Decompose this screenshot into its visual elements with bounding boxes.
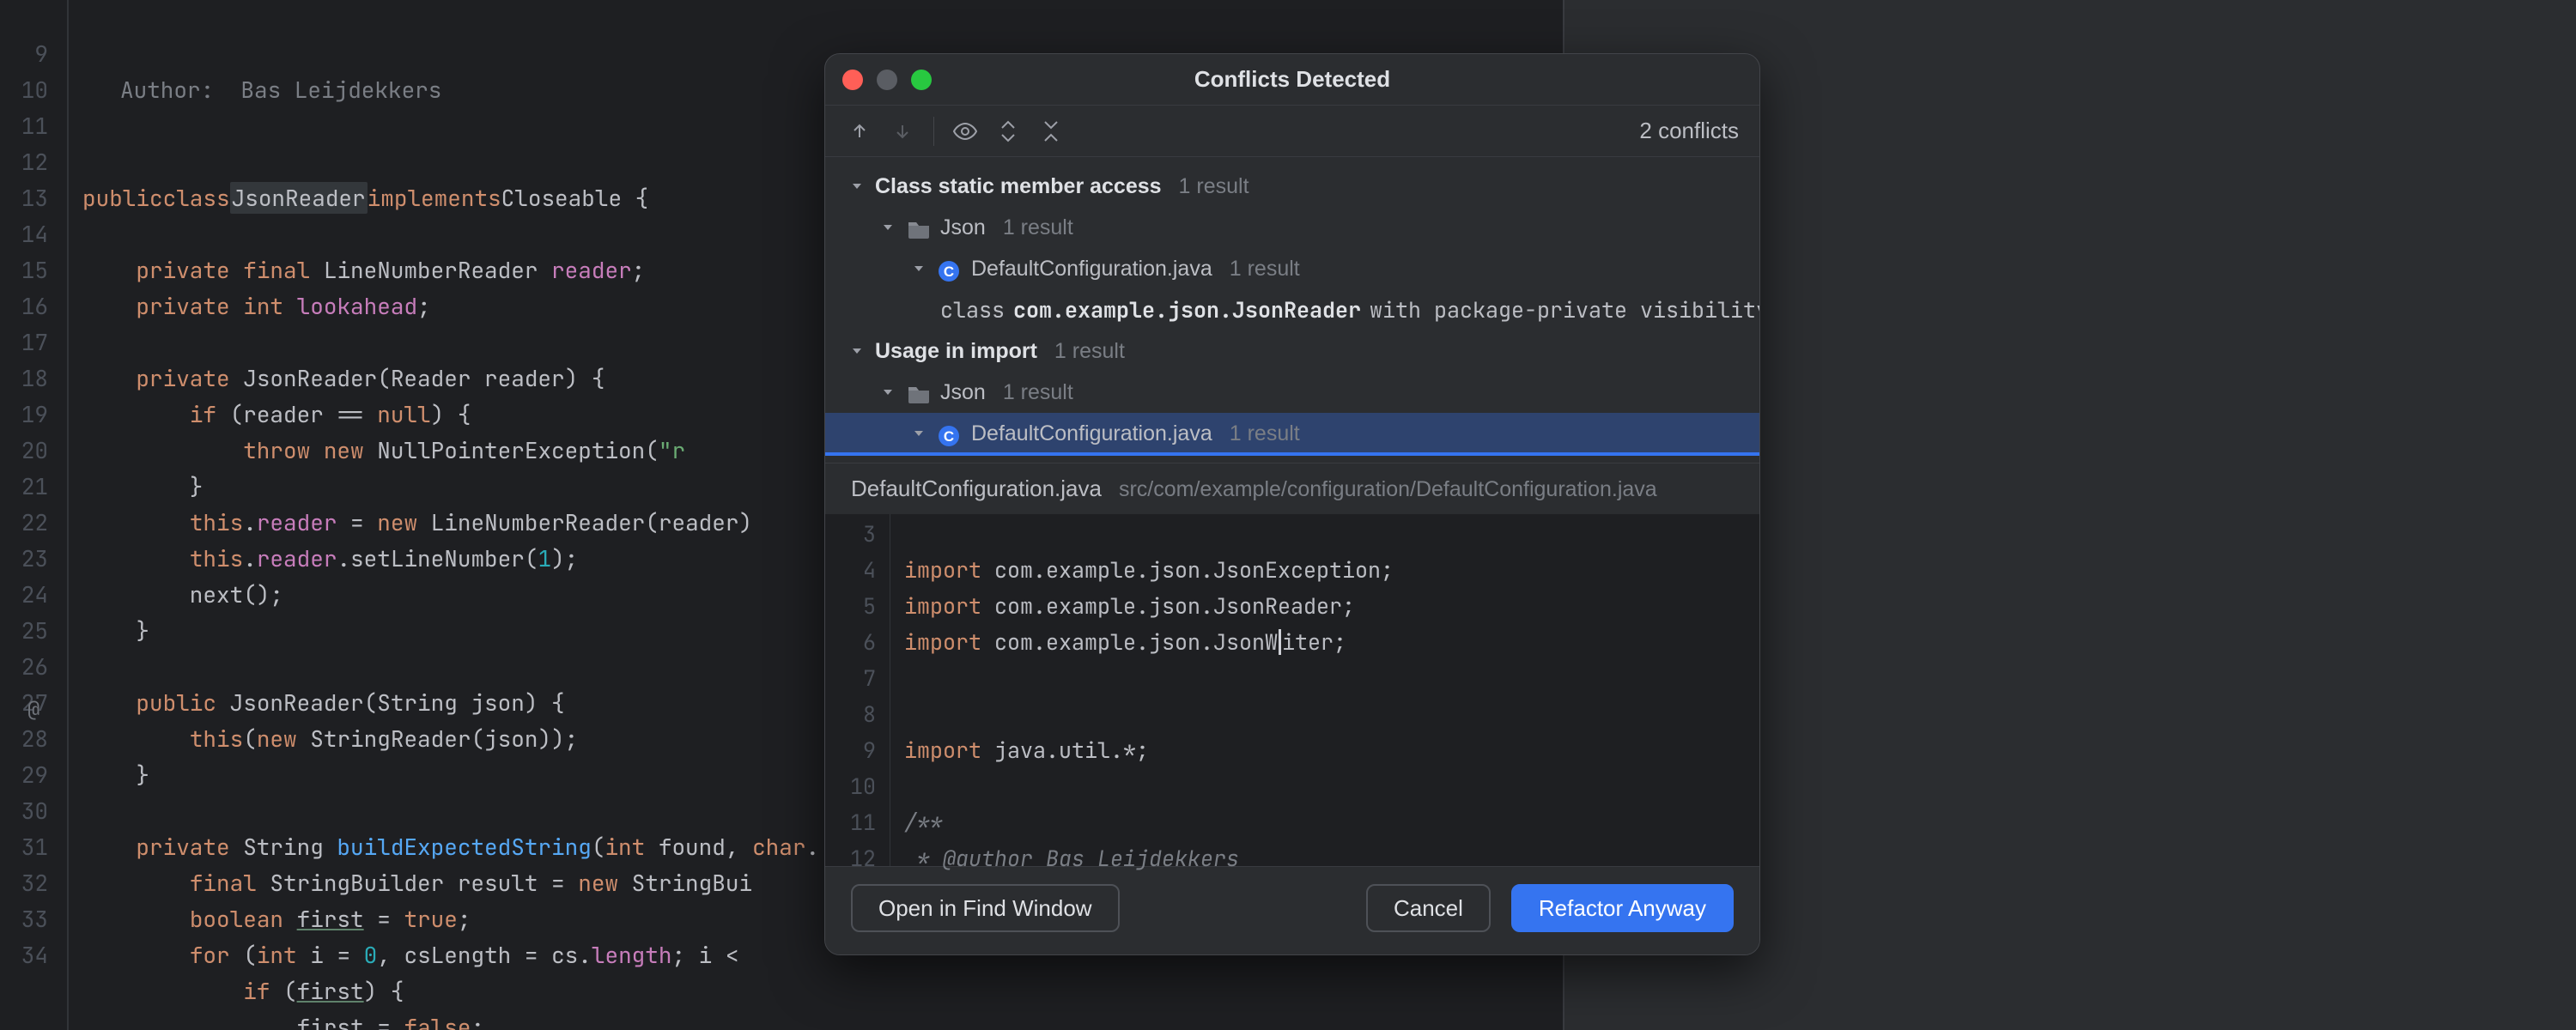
chevron-down-icon[interactable] <box>909 259 928 278</box>
preview-gutter: 3456789101112 <box>825 514 890 866</box>
cancel-button[interactable]: Cancel <box>1366 884 1491 932</box>
editor-gutter: 9101112131415161718192021222324252627@28… <box>0 0 69 1030</box>
svg-text:C: C <box>944 264 954 280</box>
preview-code[interactable]: import com.example.json.JsonException;im… <box>890 514 1759 866</box>
toolbar-separator <box>933 117 934 146</box>
tree-badge: 1 result <box>1003 207 1073 248</box>
next-occurrence-icon[interactable] <box>889 118 916 145</box>
conflicts-dialog: Conflicts Detected 2 conflicts Class sta… <box>824 53 1760 955</box>
tree-group-usage-import[interactable]: Usage in import 1 result <box>825 330 1759 372</box>
window-controls <box>842 70 932 90</box>
maximize-window-icon[interactable] <box>911 70 932 90</box>
prev-occurrence-icon[interactable] <box>846 118 873 145</box>
tree-item-label: DefaultConfiguration.java <box>971 413 1212 454</box>
tree-group-label: Class static member access <box>875 166 1162 207</box>
folder-icon <box>906 215 932 240</box>
usage-text-suffix: with package-private visibility won't <box>1370 289 1760 330</box>
tree-file-defaultconfig[interactable]: C DefaultConfiguration.java 1 result <box>825 248 1759 289</box>
tree-group-label: Usage in import <box>875 330 1037 372</box>
conflicts-tree[interactable]: Class static member access 1 result Json… <box>825 157 1759 463</box>
expand-all-icon[interactable] <box>994 118 1022 145</box>
dialog-toolbar: 2 conflicts <box>825 106 1759 157</box>
tree-file-defaultconfig-selected[interactable]: C DefaultConfiguration.java 1 result <box>825 413 1759 454</box>
close-window-icon[interactable] <box>842 70 863 90</box>
tree-usage-detail[interactable]: class com.example.json.JsonReader with p… <box>825 289 1759 330</box>
tree-badge: 1 result <box>1054 330 1125 372</box>
usage-text-prefix: class <box>940 289 1005 330</box>
tree-badge: 1 result <box>1230 248 1300 289</box>
tree-package-json[interactable]: Json 1 result <box>825 372 1759 413</box>
open-in-find-button[interactable]: Open in Find Window <box>851 884 1120 932</box>
usage-text-class: com.example.json.JsonReader <box>1013 289 1361 330</box>
tree-group-static-access[interactable]: Class static member access 1 result <box>825 166 1759 207</box>
tree-item-label: Json <box>940 372 986 413</box>
preview-header: DefaultConfiguration.java src/com/exampl… <box>825 463 1759 514</box>
conflict-count-label: 2 conflicts <box>1639 118 1739 144</box>
tree-item-label: DefaultConfiguration.java <box>971 248 1212 289</box>
refactor-anyway-button[interactable]: Refactor Anyway <box>1511 884 1734 932</box>
dialog-titlebar: Conflicts Detected <box>825 54 1759 106</box>
preview-usages-icon[interactable] <box>951 118 979 145</box>
dialog-footer: Open in Find Window Cancel Refactor Anyw… <box>825 866 1759 954</box>
tree-badge: 1 result <box>1230 413 1300 454</box>
preview-editor[interactable]: 3456789101112 import com.example.json.Js… <box>825 514 1759 866</box>
chevron-down-icon[interactable] <box>878 218 897 237</box>
svg-text:C: C <box>944 428 954 445</box>
dialog-title: Conflicts Detected <box>825 66 1759 93</box>
tree-badge: 1 result <box>1179 166 1249 207</box>
chevron-down-icon[interactable] <box>848 177 866 196</box>
preview-filepath: src/com/example/configuration/DefaultCon… <box>1119 477 1657 502</box>
class-icon: C <box>937 421 963 446</box>
tree-package-json[interactable]: Json 1 result <box>825 207 1759 248</box>
tree-item-label: Json <box>940 207 986 248</box>
minimize-window-icon <box>877 70 897 90</box>
chevron-down-icon[interactable] <box>878 383 897 402</box>
preview-filename: DefaultConfiguration.java <box>851 476 1102 502</box>
collapse-all-icon[interactable] <box>1037 118 1065 145</box>
chevron-down-icon[interactable] <box>848 342 866 360</box>
folder-icon <box>906 379 932 405</box>
chevron-down-icon[interactable] <box>909 424 928 443</box>
tree-badge: 1 result <box>1003 372 1073 413</box>
class-icon: C <box>937 256 963 282</box>
